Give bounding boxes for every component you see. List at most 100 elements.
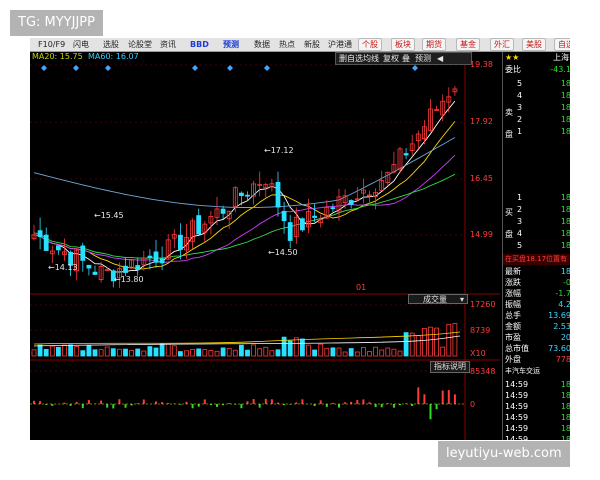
stat-label: 金额 [505, 322, 521, 331]
tick-price: 18 [560, 391, 570, 400]
volume-bar [324, 347, 330, 357]
quote-panel: ★★ 上海 委比 -43.1 5 18 4 18 3 18 2 18 1 18 1 18 2 18 3 18… [502, 52, 570, 440]
sell-price: 18 [560, 103, 570, 112]
order-notice: 在买盘18.17位置有 [503, 254, 570, 265]
sell-price: 18 [560, 79, 570, 88]
volume-bar [421, 327, 427, 357]
volume-bar [214, 350, 220, 357]
volume-bar [397, 350, 403, 357]
tick-price: 18 [560, 380, 570, 389]
candle-body [238, 192, 244, 197]
buy-level: 1 [517, 193, 523, 202]
tick-row: 14:59 18 [503, 412, 570, 423]
stat-label: 总市值 [505, 344, 529, 353]
toolbar-item-2[interactable]: 复权 [383, 53, 399, 64]
stat-value: -1.7 [555, 289, 570, 298]
volume-bar [177, 351, 183, 357]
stat-label: 振幅 [505, 300, 521, 309]
diamond-marker [73, 65, 79, 71]
volume-ma [33, 335, 461, 347]
stat-row: 涨幅 -1.7 [503, 288, 570, 299]
volume-bar [434, 327, 440, 357]
stat-value: 20 [560, 333, 570, 342]
tick-row: 14:59 18 [503, 423, 570, 434]
indicator-help-button[interactable]: 指标说明 [430, 361, 470, 373]
candle-body [153, 251, 159, 263]
toolbar-item-3[interactable]: 叠 [402, 53, 410, 64]
volume-select-label: 成交量 [423, 295, 447, 304]
tick-price: 18 [560, 424, 570, 433]
volume-bar [440, 346, 446, 357]
candle-body [123, 265, 128, 273]
annotation-a-value: 15.45 [100, 211, 124, 220]
sell-price: 18 [560, 127, 570, 136]
diamond-marker [264, 65, 270, 71]
annotation-c-value: 14.13 [54, 263, 78, 272]
stat-value: 13.69 [548, 311, 570, 320]
buy-price: 18 [560, 193, 570, 202]
buy-price: 18 [560, 229, 570, 238]
ma-line [33, 121, 456, 270]
chevron-down-icon: ▾ [459, 295, 464, 304]
volume-bar [196, 348, 202, 357]
volume-bar [428, 326, 433, 357]
sell-price: 18 [560, 91, 570, 100]
stat-row: 金额 2.53 [503, 321, 570, 332]
volume-indicator-select[interactable]: 成交量 ▾ [408, 294, 468, 304]
toolbar-item-0[interactable]: 删自选 [339, 53, 363, 64]
volume-tick-1: 17260 [470, 300, 496, 309]
candle-body [403, 153, 409, 156]
candle-body [177, 234, 183, 251]
annotation-d-value: 13.80 [120, 275, 144, 284]
volume-bar [123, 348, 128, 357]
volume-bar [147, 346, 153, 357]
sell-level: 2 [517, 115, 523, 124]
candle-body [159, 258, 165, 264]
candle-body [92, 271, 98, 275]
indicator-tick-2: 0 [470, 400, 476, 409]
stat-row: 总手 13.69 [503, 310, 570, 321]
stat-label: 外盘 [505, 355, 521, 364]
volume-bar [245, 349, 250, 357]
tick-row: 14:59 18 [503, 390, 570, 401]
toolbar-item-5[interactable]: ◀ [437, 53, 443, 64]
candle-body [220, 208, 226, 214]
volume-bar [92, 349, 98, 357]
candle-body [135, 265, 141, 271]
toolbar-item-1[interactable]: 均线 [363, 53, 379, 64]
volume-tick-3: X10 [470, 349, 486, 358]
price-tick-1: 19.38 [470, 60, 493, 69]
volume-bar [238, 344, 244, 357]
toolbar-item-4[interactable]: 预测 [415, 53, 431, 64]
candle-body [348, 200, 354, 205]
tick-row: 14:59 18 [503, 434, 570, 440]
volume-bar [37, 344, 43, 357]
tick-price: 18 [560, 413, 570, 422]
stat-value: 73.60 [548, 344, 570, 353]
weibi-label: 委比 [505, 65, 521, 74]
volume-bar [117, 348, 122, 357]
buy-price: 18 [560, 241, 570, 250]
volume-bar [452, 323, 458, 357]
buy-price: 18 [560, 205, 570, 214]
annotation-b-value: 14.50 [274, 248, 298, 257]
stat-label: 涨幅 [505, 289, 521, 298]
star-icon[interactable]: ★★ [505, 52, 519, 63]
tick-time: 14:59 [505, 380, 529, 389]
stat-label: 最新 [505, 267, 521, 276]
candle-body [86, 264, 92, 269]
indicator-tick-1: 85348 [470, 367, 496, 376]
volume-bar [354, 351, 360, 357]
candle-body [281, 210, 287, 222]
watermark-bottom-right: leyutiyu-web.com [438, 441, 570, 467]
price-tick-2: 17.92 [470, 117, 493, 126]
period-marker: 01 [356, 283, 366, 292]
volume-bar [385, 347, 391, 357]
volume-bar [263, 346, 269, 357]
candle-body [43, 234, 49, 251]
buy-level: 4 [517, 229, 523, 238]
volume-bar [446, 323, 452, 357]
ma-line [33, 100, 456, 273]
sell-row: 4 18 [503, 90, 570, 101]
diamond-marker [412, 65, 418, 71]
